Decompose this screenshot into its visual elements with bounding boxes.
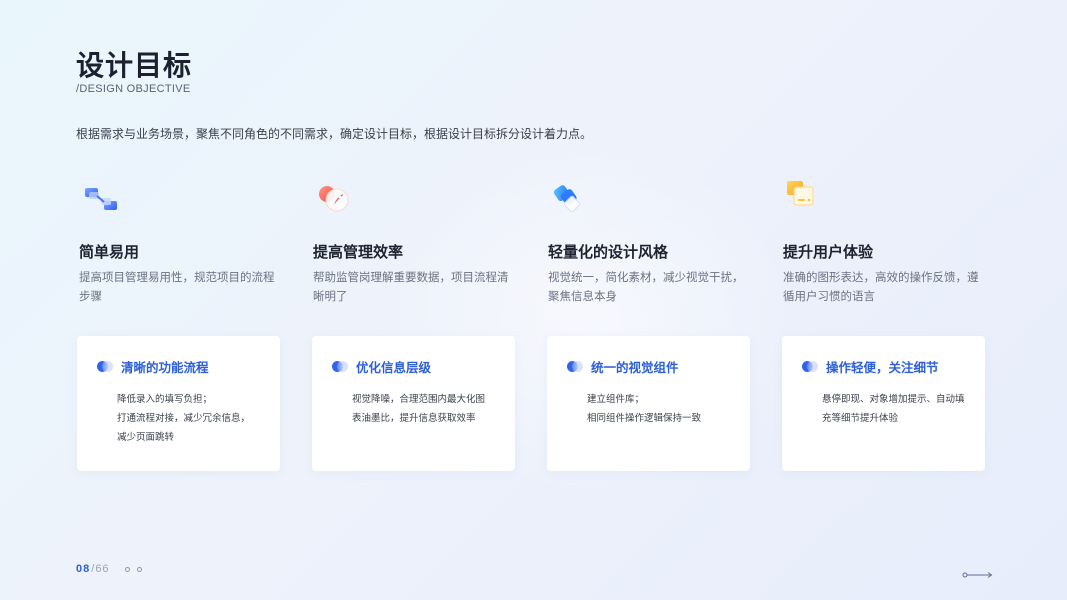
message-cards-icon [785,178,825,218]
goal-description-line: 晰明了 [313,289,348,303]
card-title: 操作轻便，关注细节 [826,360,939,375]
goal-description-line: 视觉统一，简化素材，减少视觉干扰， [548,270,744,284]
bullet-dot-icon [802,361,818,372]
card-line: 建立组件库； [587,394,645,405]
goal-column-3: 轻量化的设计风格 视觉统一，简化素材，减少视觉干扰， 聚焦信息本身 [545,178,755,306]
circle-icon [124,566,130,572]
detail-card-2: 优化信息层级 视觉降噪，合理范围内最大化图 表油墨比，提升信息获取效率 [312,336,515,471]
goal-description-line: 帮助监管岗理解重要数据，项目流程清 [313,270,509,284]
card-line: 充等细节提升体验 [822,413,899,424]
bullet-dot-icon [97,361,113,372]
card-header: 操作轻便，关注细节 [802,357,985,376]
card-line: 悬停即现、对象增加提示、自动填 [822,394,965,405]
goal-description: 帮助监管岗理解重要数据，项目流程清 晰明了 [313,268,518,306]
card-header: 统一的视觉组件 [567,357,750,376]
card-line: 降低录入的填写负担； [117,394,213,405]
card-header: 清晰的功能流程 [97,357,280,376]
goal-column-1: 简单易用 提高项目管理易用性，规范项目的流程 步骤 [76,178,286,306]
layers-transfer-icon [81,178,121,218]
next-arrow-icon[interactable] [962,565,994,584]
goal-title: 提升用户体验 [783,243,874,261]
intro-text: 根据需求与业务场景，聚焦不同角色的不同需求，确定设计目标，根据设计目标拆分设计着… [76,127,593,141]
card-title: 优化信息层级 [356,360,432,375]
current-page-number: 08 [76,563,91,575]
card-line: 相同组件操作逻辑保持一致 [587,413,702,424]
goal-description-line: 步骤 [79,289,102,303]
goal-title: 轻量化的设计风格 [548,243,669,261]
page-title: 设计目标 [76,49,193,82]
card-body: 降低录入的填写负担； 打通流程对接，减少冗余信息， 减少页面跳转 [117,390,280,447]
circle-icon [136,566,142,572]
card-line: 表油墨比，提升信息获取效率 [352,413,476,424]
card-body: 建立组件库； 相同组件操作逻辑保持一致 [587,390,750,428]
bullet-dot-icon [332,361,348,372]
goal-description-line: 循用户习惯的语言 [783,289,875,303]
goal-title: 简单易用 [79,243,140,261]
card-header: 优化信息层级 [332,357,515,376]
card-body: 视觉降噪，合理范围内最大化图 表油墨比，提升信息获取效率 [352,390,515,428]
card-title: 统一的视觉组件 [591,360,679,375]
page-subtitle: /DESIGN OBJECTIVE [76,83,191,95]
detail-card-1: 清晰的功能流程 降低录入的填写负担； 打通流程对接，减少冗余信息， 减少页面跳转 [77,336,280,471]
goal-description: 准确的图形表达，高效的操作反馈，遵 循用户习惯的语言 [783,268,988,306]
goal-description-line: 提高项目管理易用性，规范项目的流程 [79,270,275,284]
detail-card-3: 统一的视觉组件 建立组件库； 相同组件操作逻辑保持一致 [547,336,750,471]
goal-column-4: 提升用户体验 准确的图形表达，高效的操作反馈，遵 循用户习惯的语言 [780,178,990,306]
card-title: 清晰的功能流程 [121,360,209,375]
diamond-layers-icon [550,178,590,218]
goal-title: 提高管理效率 [313,243,404,261]
goal-description: 提高项目管理易用性，规范项目的流程 步骤 [79,268,284,306]
goal-description: 视觉统一，简化素材，减少视觉干扰， 聚焦信息本身 [548,268,753,306]
page-separator: / [91,563,95,575]
card-body: 悬停即现、对象增加提示、自动填 充等细节提升体验 [822,390,985,428]
total-pages-number: 66 [95,563,110,575]
detail-card-4: 操作轻便，关注细节 悬停即现、对象增加提示、自动填 充等细节提升体验 [782,336,985,471]
goal-description-line: 准确的图形表达，高效的操作反馈，遵 [783,270,979,284]
card-line: 视觉降噪，合理范围内最大化图 [352,394,486,405]
card-line: 减少页面跳转 [117,432,175,443]
bullet-dot-icon [567,361,583,372]
rocket-icon [315,178,355,218]
card-line: 打通流程对接，减少冗余信息， [117,413,251,424]
goal-description-line: 聚焦信息本身 [548,289,617,303]
goal-column-2: 提高管理效率 帮助监管岗理解重要数据，项目流程清 晰明了 [310,178,520,306]
page-indicator: 08 / 66 [76,563,142,575]
